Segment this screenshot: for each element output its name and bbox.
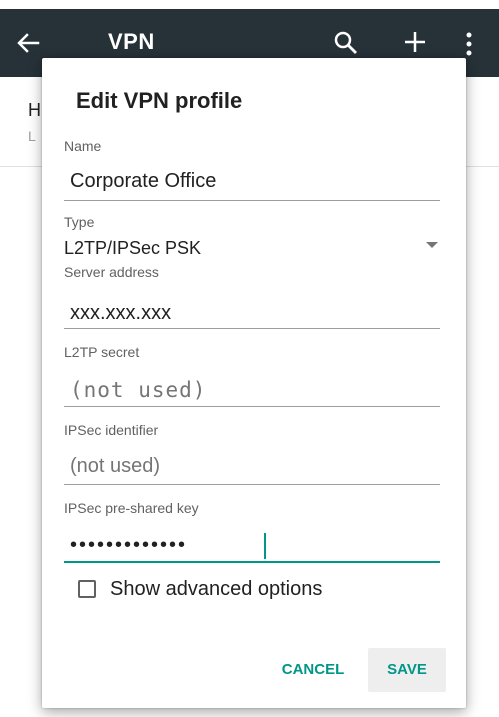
vpn-list-item-subtitle: L [28,128,36,144]
show-advanced-label[interactable]: Show advanced options [110,578,322,601]
save-button[interactable]: SAVE [368,648,446,692]
type-spinner[interactable]: L2TP/IPSec PSK [64,238,201,259]
plus-icon[interactable] [400,27,430,57]
name-label: Name [64,138,102,154]
dropdown-arrow-icon[interactable] [426,242,438,248]
name-input[interactable]: Corporate Office [70,170,216,193]
show-advanced-checkbox[interactable] [78,580,96,598]
dialog-title: Edit VPN profile [76,88,243,113]
l2tp-secret-input[interactable]: (not used) [70,378,206,402]
vpn-list-item-title: H [28,100,41,120]
ipsec-identifier-underline [64,484,440,485]
ipsec-identifier-input[interactable]: (not used) [70,455,160,478]
ipsec-psk-input[interactable]: ••••••••••••• [70,534,187,557]
server-address-input[interactable]: xxx.xxx.xxx [70,302,171,325]
l2tp-secret-label: L2TP secret [64,344,140,360]
server-address-label: Server address [64,264,159,280]
back-arrow-icon[interactable] [12,27,44,59]
ipsec-psk-label: IPSec pre-shared key [64,500,199,516]
ipsec-identifier-label: IPSec identifier [64,422,159,438]
name-input-underline [64,200,440,201]
more-vert-icon[interactable] [464,31,474,59]
cancel-button[interactable]: CANCEL [268,648,358,692]
type-label: Type [64,214,95,230]
l2tp-secret-underline [64,406,440,407]
text-cursor [264,533,266,559]
edit-vpn-profile-dialog: Edit VPN profile Name Corporate Office T… [42,58,466,708]
server-address-underline [64,328,440,329]
ipsec-psk-underline [64,561,440,563]
search-icon[interactable] [332,29,360,57]
app-bar-title: VPN [108,29,155,54]
